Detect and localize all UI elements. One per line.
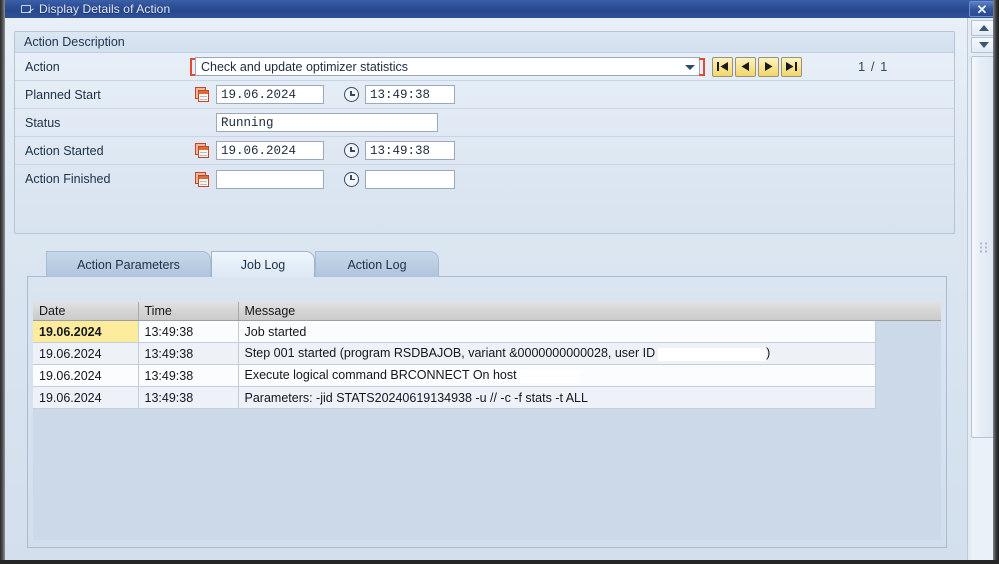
tab-label: Action Parameters bbox=[77, 257, 180, 272]
clock-icon[interactable] bbox=[344, 171, 359, 187]
table-row[interactable]: 19.06.2024 13:49:38 Job started bbox=[33, 320, 876, 343]
window-titlebar: Display Details of Action ✕ bbox=[5, 0, 999, 18]
window-frame-right bbox=[993, 0, 999, 564]
action-finished-date-input[interactable] bbox=[216, 169, 324, 189]
dialog-content: Action Description Action Check and upda… bbox=[5, 18, 967, 560]
action-focus-indicator: Check and update optimizer statistics bbox=[190, 57, 705, 76]
job-log-grid-area: Date Time Message 19.06.2024 13:49:38 Jo… bbox=[33, 302, 941, 540]
action-label: Action bbox=[25, 59, 60, 74]
record-counter: 1 / 1 bbox=[858, 59, 889, 74]
clock-icon[interactable] bbox=[344, 87, 359, 102]
cell-message[interactable]: Step 001 started (program RSDBAJOB, vari… bbox=[238, 342, 876, 365]
group-title: Action Description bbox=[24, 35, 125, 49]
redaction-block-user-id bbox=[658, 347, 767, 361]
clock-icon[interactable] bbox=[344, 143, 359, 158]
sap-window-icon bbox=[21, 4, 34, 15]
job-log-table: Date Time Message 19.06.2024 13:49:38 Jo… bbox=[33, 302, 876, 409]
column-header-message[interactable]: Message bbox=[238, 302, 876, 321]
table-row[interactable]: 19.06.2024 13:49:38 Step 001 started (pr… bbox=[33, 342, 876, 365]
action-description-form: Action Check and update optimizer statis… bbox=[15, 53, 954, 193]
cell-date[interactable]: 19.06.2024 bbox=[33, 342, 139, 365]
last-record-button[interactable] bbox=[781, 56, 802, 77]
chevron-down-icon[interactable] bbox=[685, 64, 695, 70]
cell-time[interactable]: 13:49:38 bbox=[138, 386, 239, 409]
action-started-date-input[interactable]: 19.06.2024 bbox=[216, 141, 324, 160]
form-row-action-finished: Action Finished bbox=[15, 165, 954, 193]
calendar-icon[interactable] bbox=[195, 143, 210, 158]
cell-message-text: Step 001 started (program RSDBAJOB, vari… bbox=[244, 346, 656, 361]
action-select-value: Check and update optimizer statistics bbox=[201, 59, 409, 74]
first-record-icon bbox=[717, 62, 728, 71]
action-select[interactable]: Check and update optimizer statistics bbox=[195, 57, 700, 76]
cell-message[interactable]: Execute logical command BRCONNECT On hos… bbox=[238, 364, 876, 387]
next-record-button[interactable] bbox=[758, 56, 779, 77]
first-record-button[interactable] bbox=[712, 56, 733, 77]
previous-record-button[interactable] bbox=[735, 56, 756, 77]
tab-label: Job Log bbox=[240, 257, 286, 272]
column-header-time[interactable]: Time bbox=[138, 302, 239, 321]
close-icon: ✕ bbox=[976, 1, 988, 17]
window-frame-bottom bbox=[0, 560, 999, 564]
window-title: Display Details of Action bbox=[39, 2, 171, 16]
calendar-icon[interactable] bbox=[195, 87, 210, 102]
status-value-input[interactable]: Running bbox=[216, 113, 438, 132]
cell-date[interactable]: 19.06.2024 bbox=[33, 320, 139, 343]
cell-date[interactable]: 19.06.2024 bbox=[33, 386, 139, 409]
table-row[interactable]: 19.06.2024 13:49:38 Parameters: -jid STA… bbox=[33, 386, 876, 409]
form-row-action-started: Action Started 19.06.2024 13:49:38 bbox=[15, 137, 954, 165]
form-row-action: Action Check and update optimizer statis… bbox=[15, 53, 954, 81]
cell-message[interactable]: Job started bbox=[238, 320, 876, 343]
planned-start-time-input[interactable]: 13:49:38 bbox=[365, 85, 455, 104]
action-started-label: Action Started bbox=[25, 143, 104, 158]
cell-time[interactable]: 13:49:38 bbox=[138, 342, 239, 365]
planned-start-date-input[interactable]: 19.06.2024 bbox=[216, 85, 324, 104]
tab-job-log[interactable]: Job Log bbox=[211, 251, 315, 277]
cell-time[interactable]: 13:49:38 bbox=[138, 320, 239, 343]
window-frame-left bbox=[0, 0, 5, 564]
action-description-group: Action Description Action Check and upda… bbox=[14, 31, 955, 234]
cell-message[interactable]: Parameters: -jid STATS20240619134938 -u … bbox=[238, 386, 876, 409]
previous-record-icon bbox=[741, 62, 749, 71]
cell-time[interactable]: 13:49:38 bbox=[138, 364, 239, 387]
tab-label: Action Log bbox=[347, 257, 407, 272]
last-record-icon bbox=[786, 62, 797, 71]
job-log-panel: Date Time Message 19.06.2024 13:49:38 Jo… bbox=[27, 276, 947, 548]
close-button[interactable]: ✕ bbox=[969, 1, 995, 17]
grid-header-filler bbox=[875, 302, 941, 321]
next-record-icon bbox=[765, 62, 773, 71]
tabstrip: Action Parameters Job Log Action Log bbox=[27, 251, 947, 277]
redaction-block-host bbox=[519, 369, 580, 383]
table-header-row: Date Time Message bbox=[33, 302, 876, 321]
form-row-status: Status Running bbox=[15, 109, 954, 137]
dialog-client-area: Action Description Action Check and upda… bbox=[5, 18, 999, 560]
form-row-planned-start: Planned Start 19.06.2024 13:49:38 bbox=[15, 81, 954, 109]
table-row[interactable]: 19.06.2024 13:49:38 Execute logical comm… bbox=[33, 364, 876, 387]
sap-dialog-window: Display Details of Action ✕ Action Descr… bbox=[0, 0, 999, 564]
planned-start-label: Planned Start bbox=[25, 87, 101, 102]
cell-date[interactable]: 19.06.2024 bbox=[33, 364, 139, 387]
calendar-icon[interactable] bbox=[195, 171, 210, 187]
column-header-date[interactable]: Date bbox=[33, 302, 139, 321]
action-finished-label: Action Finished bbox=[25, 172, 111, 186]
action-started-time-input[interactable]: 13:49:38 bbox=[365, 141, 455, 160]
scroll-down-icon bbox=[979, 42, 989, 48]
cell-message-text: Execute logical command BRCONNECT On hos… bbox=[244, 368, 517, 383]
cell-message-suffix: ) bbox=[766, 346, 771, 361]
record-navigation bbox=[712, 56, 802, 77]
status-label: Status bbox=[25, 115, 61, 130]
group-header: Action Description bbox=[15, 32, 954, 53]
tab-action-parameters[interactable]: Action Parameters bbox=[46, 251, 211, 277]
scrollbar-grip-icon bbox=[980, 242, 988, 253]
action-finished-time-input[interactable] bbox=[365, 169, 455, 189]
tab-action-log[interactable]: Action Log bbox=[315, 251, 439, 277]
scroll-up-icon bbox=[979, 25, 989, 31]
